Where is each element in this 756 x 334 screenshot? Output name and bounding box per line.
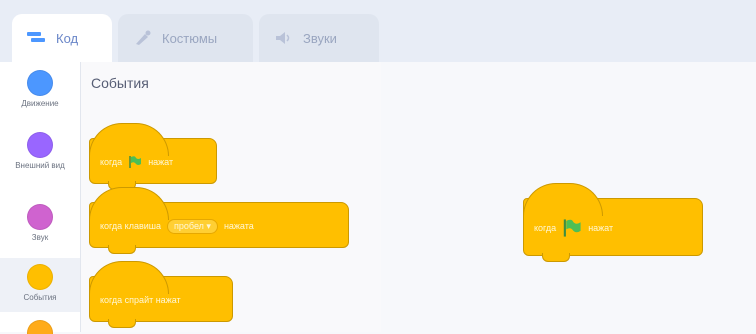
events-category-icon — [27, 264, 53, 290]
category-events[interactable]: События — [0, 258, 80, 312]
category-looks[interactable]: Внешний вид — [0, 132, 80, 194]
tab-costumes[interactable]: Костюмы — [118, 14, 253, 62]
green-flag-icon — [563, 219, 581, 237]
script-workspace[interactable]: когда нажат — [381, 62, 756, 332]
tab-sounds[interactable]: Звуки — [259, 14, 379, 62]
speaker-icon — [273, 30, 295, 46]
block-text: когда клавиша — [100, 221, 162, 231]
motion-category-icon — [27, 70, 53, 96]
brush-icon — [132, 30, 154, 46]
tab-code[interactable]: Код — [12, 14, 112, 62]
key-dropdown[interactable]: пробел ▾ — [167, 218, 218, 234]
category-sidebar: Движение Внешний вид Звук События — [0, 62, 81, 334]
sound-category-icon — [27, 204, 53, 230]
block-text: нажат — [588, 223, 614, 233]
code-icon — [26, 30, 48, 46]
tab-sounds-label: Звуки — [303, 30, 337, 46]
green-flag-icon — [129, 156, 142, 168]
category-label: Звук — [31, 233, 49, 242]
block-text: нажат — [148, 157, 174, 167]
section-title-events: События — [91, 75, 149, 91]
tab-costumes-label: Костюмы — [162, 30, 218, 46]
block-text: когда — [100, 157, 123, 167]
category-label: События — [23, 293, 57, 302]
block-text: когда спрайт нажат — [100, 295, 181, 305]
looks-category-icon — [27, 132, 53, 158]
block-text: когда — [534, 223, 557, 233]
when-key-pressed-block[interactable]: когда клавиша пробел ▾ нажата — [89, 187, 349, 254]
category-motion[interactable]: Движение — [0, 70, 80, 122]
editor-tab-bar: Код Костюмы Звуки — [0, 0, 756, 62]
block-text: нажата — [223, 221, 254, 231]
category-label: Движение — [21, 99, 59, 108]
when-sprite-clicked-block[interactable]: когда спрайт нажат — [89, 261, 233, 328]
workspace-when-flag-clicked-block[interactable]: когда нажат — [523, 183, 703, 262]
category-sound[interactable]: Звук — [0, 204, 80, 256]
when-flag-clicked-block[interactable]: когда нажат — [89, 123, 217, 190]
tab-code-label: Код — [56, 30, 79, 46]
block-palette: События когда нажат когда клавиша пробел… — [81, 62, 381, 332]
category-label: Внешний вид — [15, 161, 65, 170]
